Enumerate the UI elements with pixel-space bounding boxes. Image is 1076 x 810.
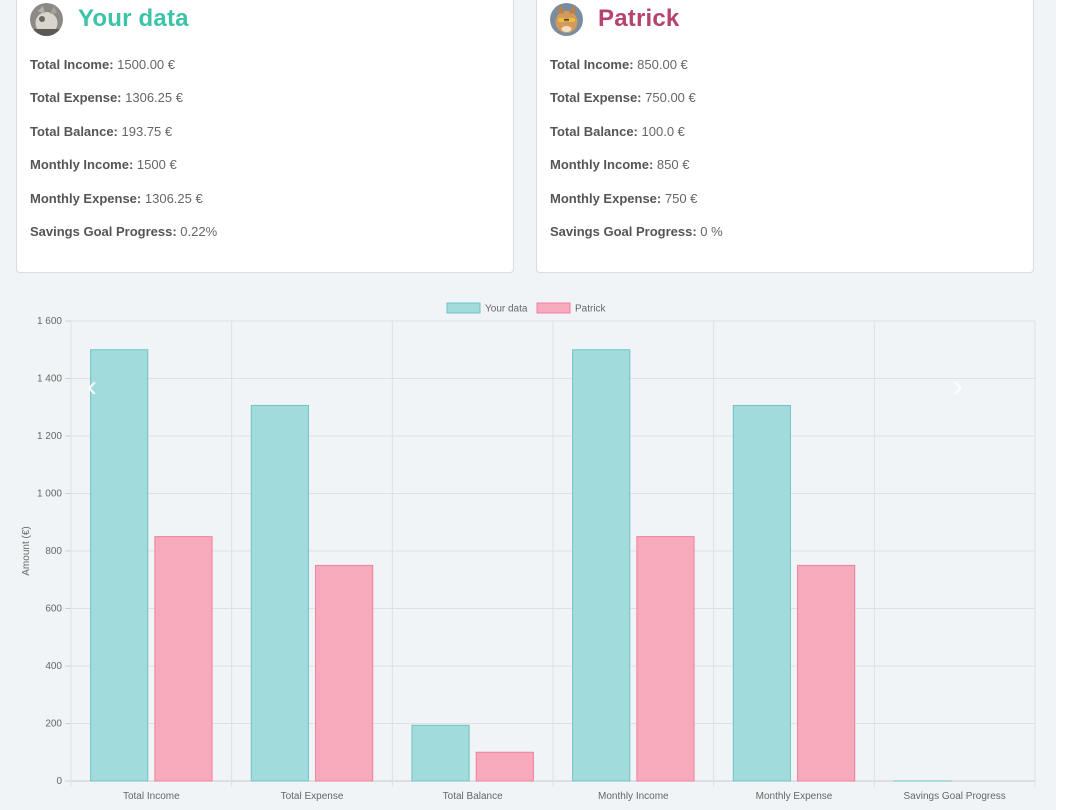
stat-value: 100.0 € [641, 123, 685, 139]
stat-total-expense: Total Expense: 1306.25 € [30, 90, 217, 123]
bar-your-data [572, 349, 631, 782]
bar-patrick [636, 536, 695, 782]
stat-value: 850.00 € [637, 57, 688, 72]
page-background: Your data Total Income: 1500.00 € Total … [0, 0, 1056, 810]
stat-label: Monthly Income: [30, 157, 134, 173]
comparison-bar-chart: 0 200 400 600 800 1 000 1 200 1 400 1 600 Amount … [21, 302, 1036, 802]
chevron-left-icon[interactable]: ‹ [82, 372, 102, 402]
stat-monthly-income: Monthly Income: 850 € [550, 157, 723, 190]
stat-monthly-expense: Monthly Expense: 1306.25 € [30, 191, 217, 224]
x-tick-label: Total Balance [443, 791, 503, 802]
stat-label: Savings Goal Progress: [550, 223, 697, 239]
x-tick-label: Total Income [123, 791, 180, 802]
stat-label: Monthly Expense: [30, 190, 142, 206]
user-summary-card: Your data Total Income: 1500.00 € Total … [16, 0, 514, 273]
y-tick-label: 600 [45, 604, 62, 615]
stat-total-balance: Total Balance: 100.0 € [550, 124, 723, 157]
stat-value: 0.22% [180, 223, 218, 239]
stats-list: Total Income: 1500.00 € Total Expense: 1… [30, 57, 217, 257]
stat-value: 1500 € [136, 157, 177, 173]
stat-label: Total Income: [30, 57, 114, 72]
y-tick-label: 800 [45, 546, 62, 557]
card-title: Your data [78, 5, 189, 32]
stat-value: 193.75 € [121, 123, 173, 139]
bar-patrick [475, 751, 534, 782]
card-header: Your data [30, 1, 189, 37]
x-tick-label: Monthly Income [598, 791, 669, 802]
comparison-chart-carousel: 0 200 400 600 800 1 000 1 200 1 400 1 600 Amount … [0, 292, 1056, 810]
stat-value: 750 € [664, 190, 698, 206]
y-tick-label: 1 400 [37, 374, 62, 385]
stat-value: 0 % [700, 223, 723, 239]
legend-label: Patrick [575, 304, 607, 315]
bar-your-data [732, 404, 791, 782]
avatar-patrick [550, 2, 583, 36]
bar-patrick [797, 564, 856, 782]
stats-list: Total Income: 850.00 € Total Expense: 75… [550, 57, 723, 257]
stat-value: 1500.00 € [117, 57, 176, 72]
stat-value: 1306.25 € [144, 190, 203, 206]
stat-label: Monthly Income: [550, 157, 654, 173]
bar-patrick [154, 536, 213, 782]
stat-value: 850 € [656, 157, 690, 173]
y-tick-label: 0 [56, 776, 62, 787]
y-tick-label: 400 [45, 661, 62, 672]
y-tick-label: 1 200 [37, 431, 62, 442]
stat-value: 750.00 € [645, 90, 696, 106]
stat-savings-goal-progress: Savings Goal Progress: 0 % [550, 224, 723, 257]
stat-savings-goal-progress: Savings Goal Progress: 0.22% [30, 224, 217, 257]
stat-total-income: Total Income: 1500.00 € [30, 57, 217, 90]
bar-your-data [250, 404, 309, 782]
bar-your-data [90, 349, 149, 782]
stat-label: Total Expense: [30, 90, 122, 106]
friend-summary-card: Patrick Total Income: 850.00 € Total Exp… [536, 0, 1034, 273]
y-tick-label: 1 000 [37, 489, 62, 500]
y-tick-label: 1 600 [37, 316, 62, 327]
legend-swatch [536, 302, 571, 314]
stat-value: 1306.25 € [125, 90, 183, 106]
card-header: Patrick [550, 1, 679, 37]
stat-label: Total Expense: [550, 90, 642, 106]
card-title: Patrick [598, 5, 680, 32]
stat-monthly-expense: Monthly Expense: 750 € [550, 191, 723, 224]
stat-label: Monthly Expense: [550, 190, 662, 206]
avatar-your-data [30, 2, 63, 36]
stat-monthly-income: Monthly Income: 1500 € [30, 157, 217, 190]
stat-total-expense: Total Expense: 750.00 € [550, 90, 723, 123]
bar-your-data [411, 724, 470, 782]
stat-label: Total Balance: [30, 123, 118, 139]
stat-label: Total Income: [550, 57, 634, 72]
x-tick-label: Savings Goal Progress [904, 791, 1006, 802]
stat-label: Total Balance: [550, 123, 638, 139]
x-tick-label: Total Expense [281, 791, 344, 802]
chevron-right-icon[interactable]: › [948, 372, 968, 402]
bar-patrick [315, 564, 374, 782]
y-axis-title: Amount (€) [21, 526, 32, 575]
y-tick-label: 200 [45, 719, 62, 730]
legend-label: Your data [485, 304, 528, 315]
stat-total-balance: Total Balance: 193.75 € [30, 124, 217, 157]
stat-label: Savings Goal Progress: [30, 223, 177, 239]
stat-total-income: Total Income: 850.00 € [550, 57, 723, 90]
legend-swatch [446, 302, 481, 314]
x-tick-label: Monthly Expense [756, 791, 833, 802]
